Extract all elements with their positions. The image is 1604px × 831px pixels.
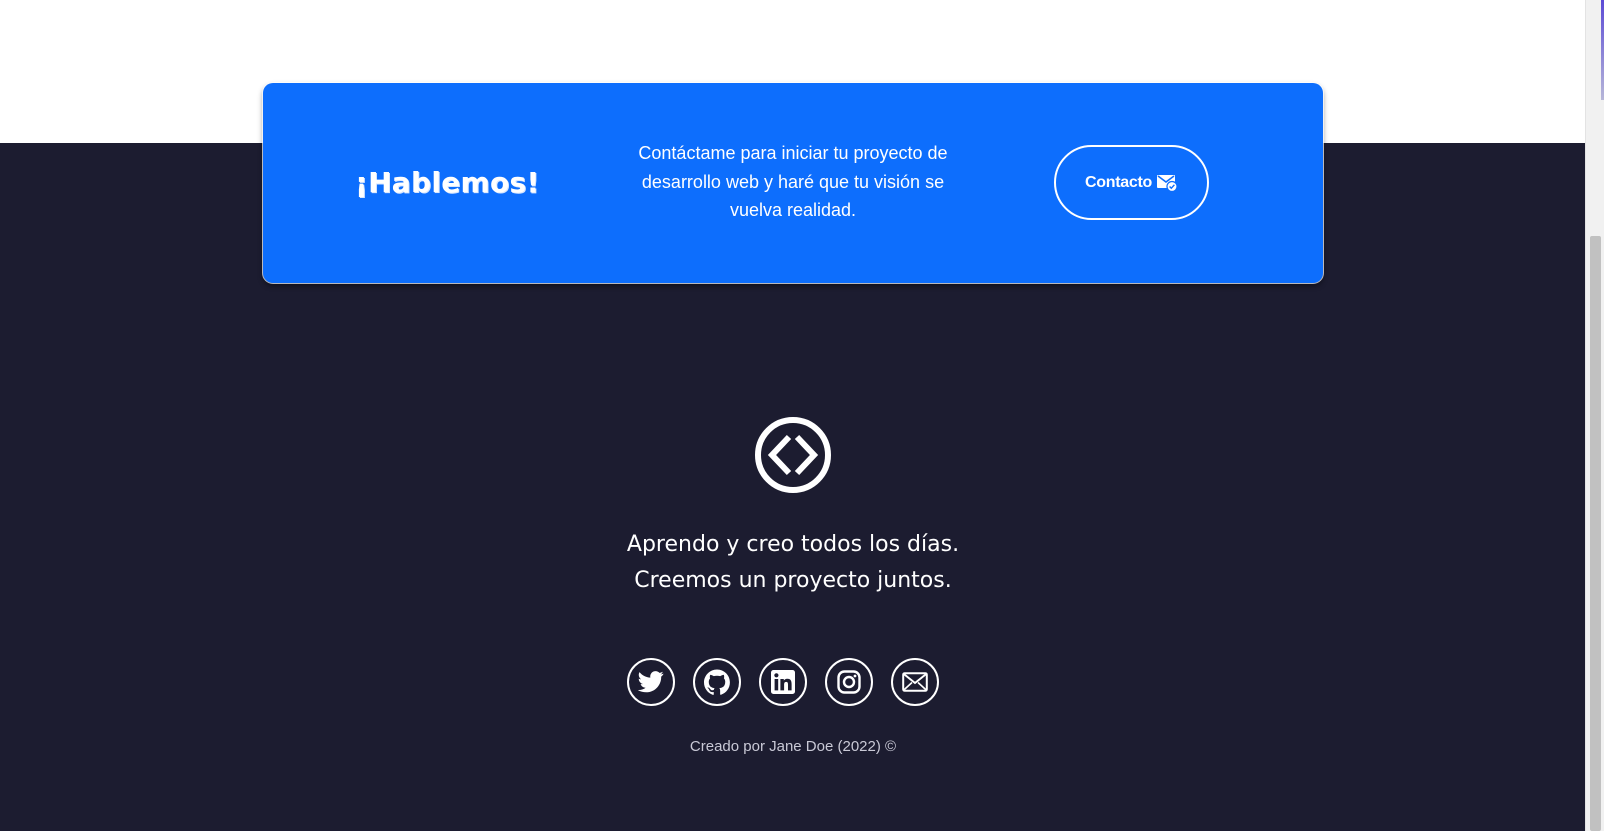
linkedin-link[interactable]: [759, 658, 807, 706]
github-link[interactable]: [693, 658, 741, 706]
scrollbar-thumb[interactable]: [1590, 236, 1601, 831]
contact-button-label: Contacto: [1085, 173, 1152, 191]
cta-description: Contáctame para iniciar tu proyecto de d…: [638, 143, 948, 220]
page-scrollbar[interactable]: [1585, 0, 1604, 831]
footer-tagline: Aprendo y creo todos los días. Creemos u…: [593, 527, 993, 599]
tagline-line-2: Creemos un proyecto juntos.: [634, 568, 952, 593]
code-brackets-icon: [755, 417, 831, 493]
envelope-check-icon: [1156, 174, 1178, 192]
footer-credit: Creado por Jane Doe (2022) ©: [689, 738, 897, 755]
twitter-link[interactable]: [627, 658, 675, 706]
instagram-link[interactable]: [825, 658, 873, 706]
instagram-icon: [837, 670, 861, 694]
github-icon: [704, 669, 730, 695]
envelope-icon: [902, 672, 928, 692]
contact-cta-card: ¡Hablemos! Contáctame para iniciar tu pr…: [263, 83, 1323, 283]
linkedin-icon: [771, 670, 795, 694]
social-links: [627, 658, 959, 710]
email-link[interactable]: [891, 658, 939, 706]
contact-button[interactable]: Contacto: [1054, 145, 1209, 220]
tagline-line-1: Aprendo y creo todos los días.: [626, 532, 960, 557]
twitter-icon: [638, 671, 664, 693]
cta-title: ¡Hablemos!: [355, 166, 540, 199]
